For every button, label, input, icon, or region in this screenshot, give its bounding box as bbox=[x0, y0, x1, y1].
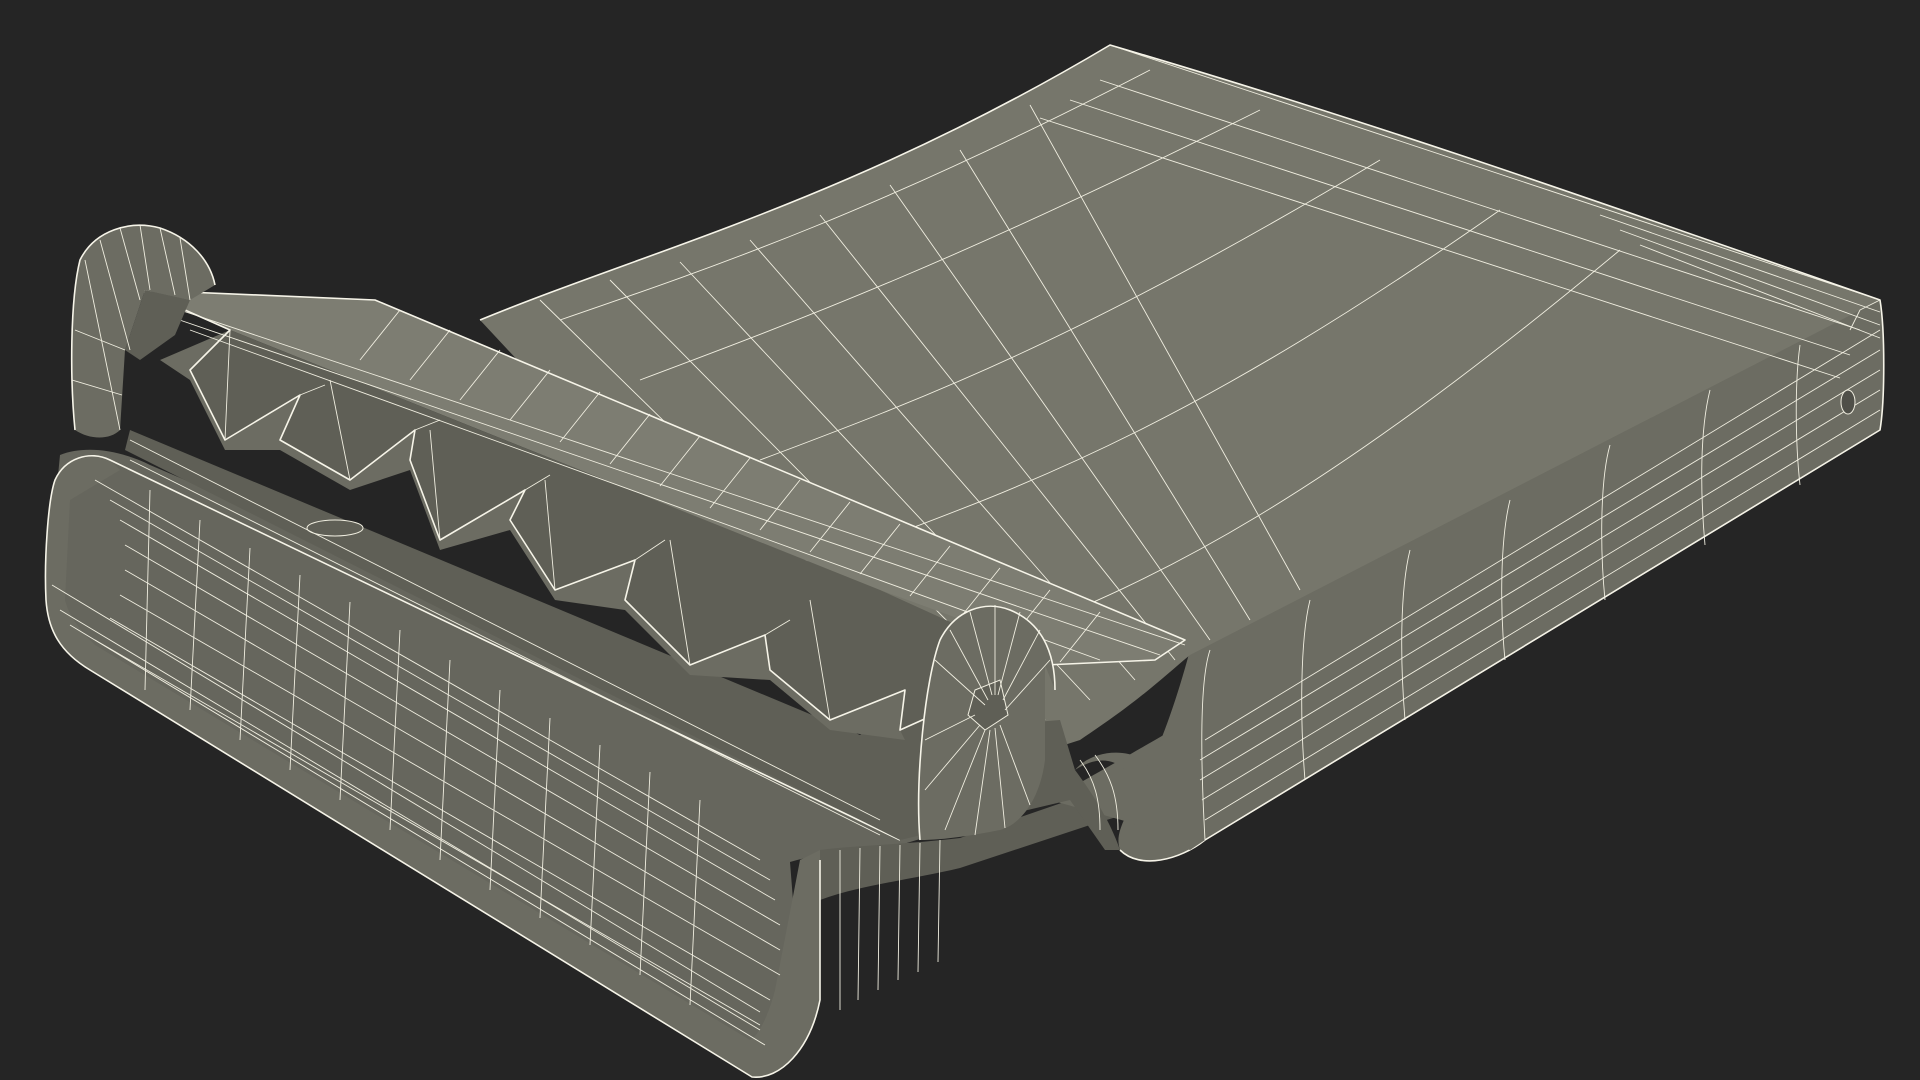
render-viewport bbox=[0, 0, 1920, 1080]
side-hole bbox=[1840, 389, 1856, 415]
wireframe-model bbox=[44, 44, 1885, 1078]
